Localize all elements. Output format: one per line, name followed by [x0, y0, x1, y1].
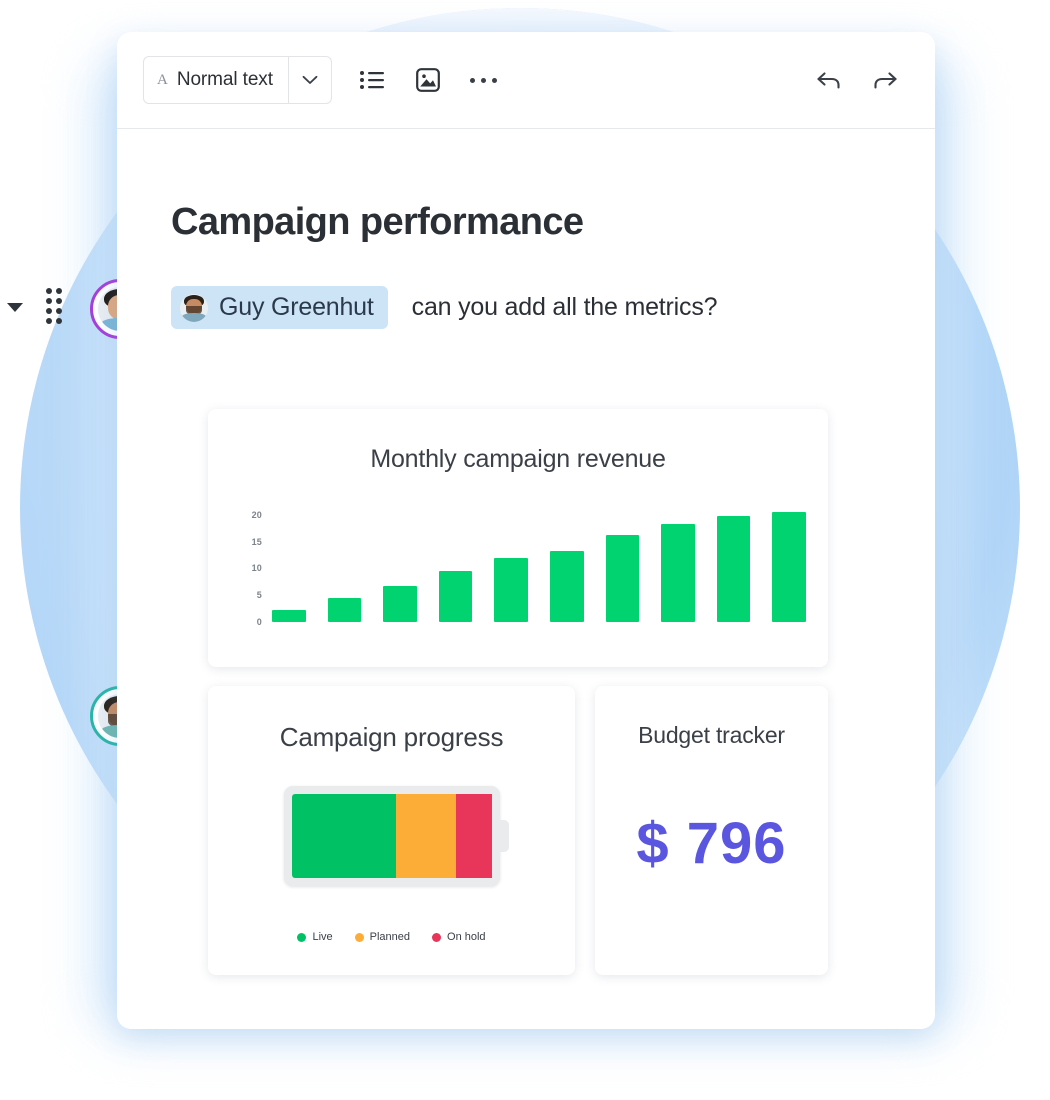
bar-chart: 0 5 10 15 20 [236, 504, 806, 634]
bulleted-list-icon[interactable] [350, 58, 394, 102]
chart-bar [383, 586, 417, 622]
chart-bar [661, 524, 695, 622]
more-horizontal-icon[interactable] [462, 58, 506, 102]
chart-bar [327, 597, 362, 622]
chart-bar [549, 550, 584, 622]
mention-avatar [180, 293, 208, 322]
chart-bar [605, 534, 640, 622]
mention-paragraph: Guy Greenhut can you add all the metrics… [117, 244, 935, 329]
chart-bars [272, 504, 806, 622]
legend-item: Live [297, 931, 333, 943]
text-style-select-value[interactable]: A Normal text [144, 57, 288, 103]
chart-bar [438, 571, 473, 622]
chart-y-axis: 0 5 10 15 20 [236, 504, 262, 627]
text-format-A-icon: A [157, 71, 168, 88]
budget-amount: $ 796 [636, 811, 787, 876]
chart-bar [716, 515, 751, 622]
chart-bar [272, 610, 306, 622]
screenshot-root: A Normal text Campaign performance Guy G… [0, 0, 1050, 1100]
battery-gauge [283, 786, 509, 886]
campaign-progress-widget[interactable]: Campaign progress Live Planned On hold [208, 686, 575, 975]
battery-nub-icon [498, 820, 509, 852]
undo-arrow-icon[interactable] [807, 58, 851, 102]
chart-y-tick: 20 [251, 509, 262, 520]
chart-bar [772, 512, 806, 622]
legend-dot-icon [354, 932, 364, 942]
progress-legend: Live Planned On hold [208, 931, 575, 943]
chart-y-tick: 10 [251, 563, 262, 574]
legend-dot-icon [432, 932, 442, 942]
chevron-down-icon[interactable] [287, 57, 331, 103]
chart-bar [494, 557, 528, 622]
redo-arrow-icon[interactable] [863, 58, 907, 102]
legend-item: Planned [354, 931, 411, 943]
battery-gauge-wrap [208, 786, 575, 886]
progress-segment [291, 794, 396, 878]
progress-segment [395, 794, 456, 878]
image-icon[interactable] [406, 58, 450, 102]
progress-segment [455, 794, 492, 878]
mention-chip[interactable]: Guy Greenhut [171, 286, 388, 329]
collapse-caret-icon[interactable] [4, 296, 26, 318]
mention-text: can you add all the metrics? [411, 293, 718, 321]
text-style-label: Normal text [176, 69, 273, 90]
chart-title: Monthly campaign revenue [370, 445, 666, 473]
budget-title: Budget tracker [638, 722, 785, 748]
chart-y-tick: 0 [256, 617, 262, 627]
chart-widget[interactable]: Monthly campaign revenue 0 5 10 15 20 [208, 409, 828, 667]
chart-y-tick: 15 [251, 536, 262, 547]
legend-label: Live [312, 931, 333, 943]
document-body: Campaign performance Guy Greenhut can yo… [117, 129, 935, 329]
editor-toolbar: A Normal text [117, 32, 935, 128]
legend-label: Planned [369, 931, 411, 943]
page-title: Campaign performance [171, 201, 584, 243]
legend-dot-icon [297, 932, 307, 942]
legend-item: On hold [432, 931, 486, 943]
chart-y-tick: 5 [256, 590, 262, 601]
mention-name: Guy Greenhut [219, 293, 374, 321]
budget-tracker-widget[interactable]: Budget tracker $ 796 [595, 686, 828, 975]
drag-handle-dots-icon[interactable] [46, 288, 63, 325]
legend-label: On hold [447, 931, 486, 943]
text-style-select[interactable]: A Normal text [143, 56, 332, 104]
progress-title: Campaign progress [279, 722, 504, 752]
